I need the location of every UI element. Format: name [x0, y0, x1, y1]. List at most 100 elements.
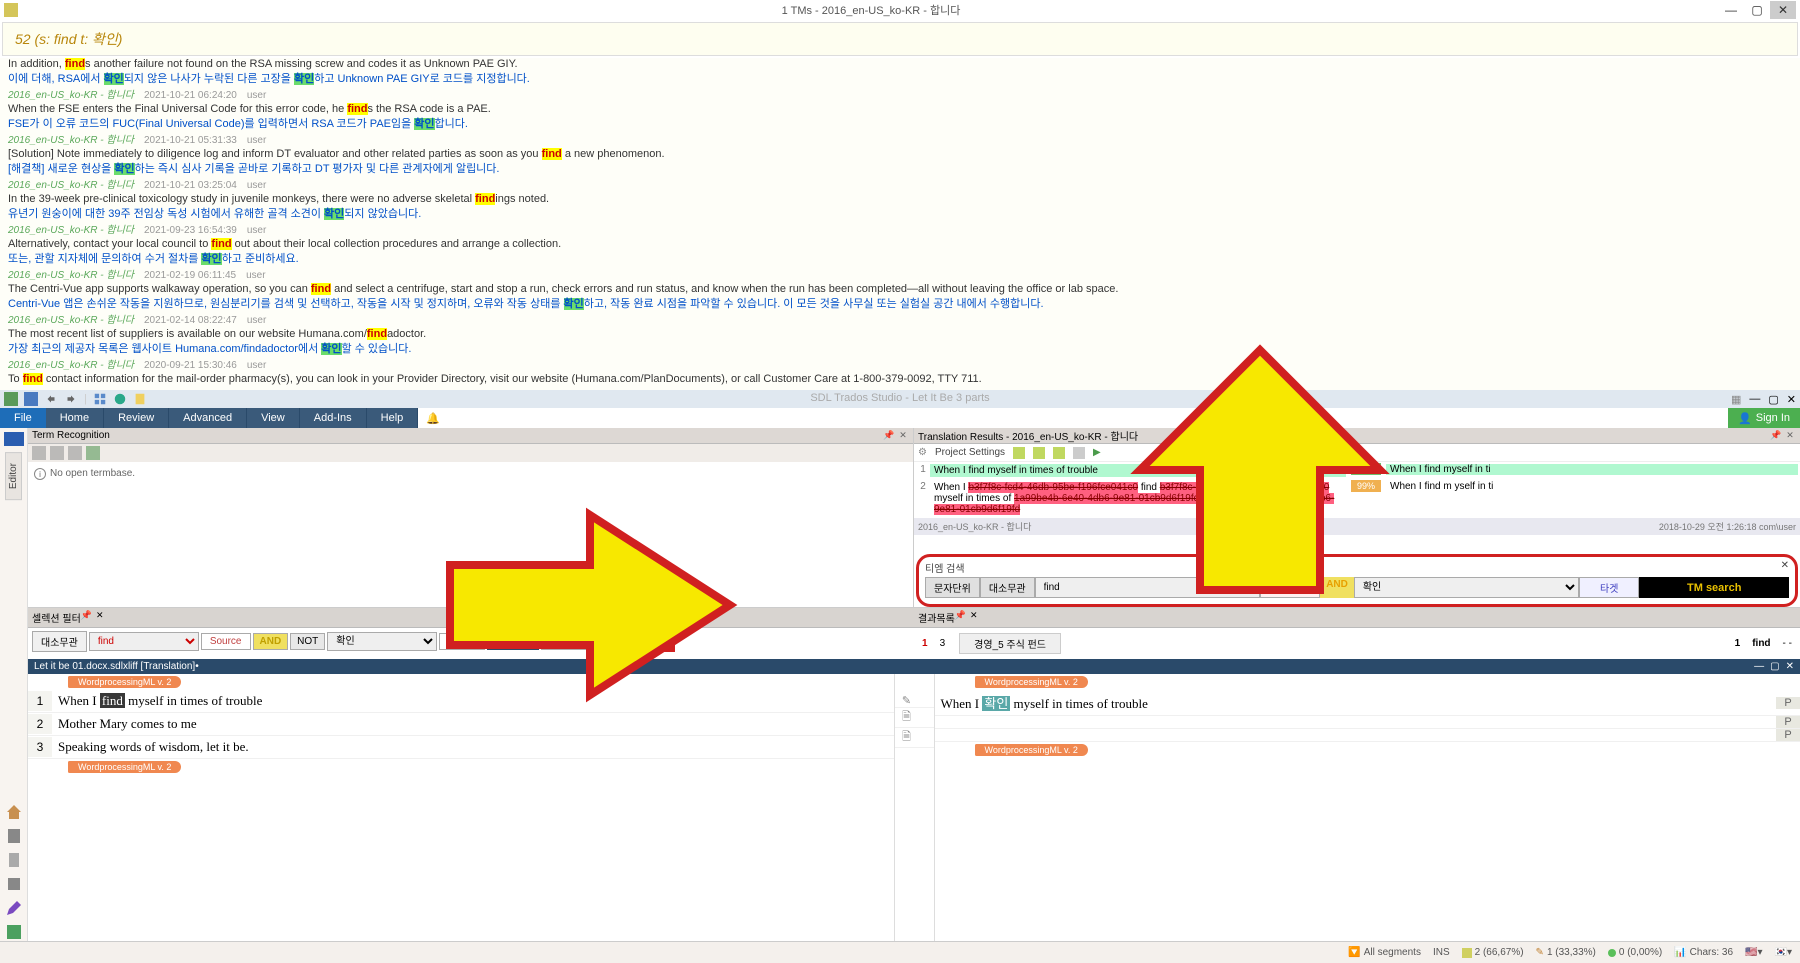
project-settings-link[interactable]: Project Settings [935, 447, 1005, 458]
trans-panel-title: Translation Results - 2016_en-US_ko-KR -… [918, 428, 1138, 443]
close-icon[interactable]: ✕ [1784, 430, 1796, 442]
wp-tag: WordprocessingML v. 2 [975, 676, 1088, 688]
filter-source-input[interactable]: find [89, 632, 199, 651]
tgt-flag[interactable]: 🇰🇷▾ [1775, 947, 1792, 958]
tr-minimize-button[interactable]: — [1749, 393, 1760, 406]
annotation-arrow-up [1130, 340, 1390, 600]
case-button[interactable]: 대소무관 [980, 577, 1035, 598]
segment-source[interactable]: Speaking words of wisdom, let it be. [52, 736, 894, 758]
pin-icon[interactable]: 📌 [955, 610, 966, 625]
minimize-button[interactable]: — [1718, 1, 1744, 19]
tb-icon[interactable] [86, 446, 100, 460]
segment-target[interactable] [935, 732, 1777, 738]
tr-maximize-button[interactable]: ▢ [1768, 393, 1778, 406]
pin-icon[interactable]: 📌 [1770, 430, 1782, 442]
ref-button[interactable]: 경영_5 주식 펀드 [959, 633, 1061, 654]
home-icon[interactable] [5, 803, 23, 821]
clipboard-icon[interactable] [5, 827, 23, 845]
home-tab[interactable]: Home [46, 408, 104, 428]
tb-icon[interactable] [1073, 447, 1085, 459]
case-button[interactable]: 대소무관 [32, 631, 87, 652]
pencil-icon[interactable] [5, 899, 23, 917]
close-icon[interactable]: ✕ [96, 610, 104, 625]
segment-target[interactable] [935, 719, 1777, 725]
close-icon[interactable]: ✕ [1781, 560, 1789, 575]
save-icon[interactable] [24, 392, 38, 406]
tr-tool-icon[interactable]: ▦ [1731, 393, 1741, 406]
marker-icon[interactable] [4, 432, 24, 446]
grid-icon[interactable] [93, 392, 107, 406]
app-icon [4, 3, 18, 17]
advanced-tab[interactable]: Advanced [169, 408, 247, 428]
not-button[interactable]: NOT [290, 633, 325, 650]
circle-icon[interactable] [113, 392, 127, 406]
report-icon[interactable] [5, 875, 23, 893]
view-tab[interactable]: View [247, 408, 300, 428]
src-flag[interactable]: 🇺🇸▾ [1745, 947, 1762, 958]
tr-close-button[interactable]: ✕ [1787, 393, 1796, 406]
tm-titlebar: 1 TMs - 2016_en-US_ko-KR - 합니다 — ▢ ✕ [0, 0, 1800, 20]
pin-icon[interactable]: 📌 [81, 610, 92, 625]
filter-target-input[interactable]: 확인 [327, 632, 437, 651]
ins-status: INS [1433, 947, 1450, 958]
tm-search-button[interactable]: TM search [1639, 577, 1789, 598]
tb-icon[interactable] [1033, 447, 1045, 459]
result-list-title: 결과목록 [918, 610, 955, 625]
tm-results-list: In addition, finds another failure not f… [0, 58, 1800, 398]
tb-icon[interactable] [50, 446, 64, 460]
document-tab[interactable]: Let it be 01.docx.sdlxliff [Translation]… [34, 661, 199, 672]
close-icon[interactable]: ✕ [970, 610, 978, 625]
status-dot [1462, 948, 1472, 958]
left-sidebar: Editor [0, 428, 28, 941]
edit-icon: ✎ [895, 694, 919, 707]
maximize-button[interactable]: ▢ [1744, 1, 1770, 19]
signin-button[interactable]: 👤Sign In [1728, 408, 1800, 428]
target-button[interactable]: 타겟 [1579, 577, 1639, 598]
filter-status[interactable]: 🔽All segments [1348, 947, 1421, 958]
doc-icon: 🗎 [895, 728, 919, 747]
status-dot [1608, 949, 1616, 957]
doc-icon: 🗎 [895, 708, 919, 727]
editor-vtab[interactable]: Editor [5, 452, 22, 500]
ribbon-tabs: File Home Review Advanced View Add-Ins H… [0, 408, 1800, 428]
wp-tag: WordprocessingML v. 2 [68, 761, 181, 773]
source-button[interactable]: Source [201, 633, 251, 650]
app-title: SDL Trados Studio - Let It Be 3 parts [810, 392, 989, 404]
review-tab[interactable]: Review [104, 408, 169, 428]
next-icon[interactable]: ▶ [1093, 447, 1101, 458]
word-unit-button[interactable]: 문자단위 [925, 577, 980, 598]
tm-search-summary: 52 (s: find t: 확인) [2, 22, 1798, 56]
close-button[interactable]: ✕ [1770, 1, 1796, 19]
tb-icon[interactable] [32, 446, 46, 460]
addins-tab[interactable]: Add-Ins [300, 408, 367, 428]
window-title: 1 TMs - 2016_en-US_ko-KR - 합니다 [24, 2, 1718, 18]
undo-icon[interactable] [44, 392, 58, 406]
tab-max-icon[interactable]: ▢ [1770, 661, 1779, 672]
tm-results-window: 1 TMs - 2016_en-US_ko-KR - 합니다 — ▢ ✕ 52 … [0, 0, 1800, 390]
settings-icon[interactable]: ⚙ [918, 447, 927, 458]
sel-filter-title: 셀렉션 필터 [32, 610, 81, 625]
tab-min-icon[interactable]: — [1754, 661, 1764, 672]
tb-icon[interactable] [68, 446, 82, 460]
quick-access-toolbar: | SDL Trados Studio - Let It Be 3 parts … [0, 390, 1800, 408]
segment-target[interactable]: When I 확인 myself in times of trouble [935, 690, 1777, 715]
pin-icon[interactable]: 📌 [883, 430, 895, 442]
document-tab-bar: Let it be 01.docx.sdlxliff [Translation]… [28, 659, 1800, 674]
file-tab[interactable]: File [0, 408, 46, 428]
info-icon: i [34, 468, 46, 480]
close-icon[interactable]: ✕ [897, 430, 909, 442]
tr-target: When I find m yself in ti [1386, 481, 1798, 492]
segment-source[interactable]: Mother Mary comes to me [52, 713, 894, 735]
file-icon[interactable] [5, 851, 23, 869]
tr-target: When I find myself in ti [1386, 464, 1798, 475]
redo-icon[interactable] [64, 392, 78, 406]
tb-icon[interactable] [1053, 447, 1065, 459]
no-termbase-msg: No open termbase. [50, 468, 135, 479]
tab-close-icon[interactable]: ✕ [1786, 661, 1794, 672]
table-icon[interactable] [5, 923, 23, 941]
notification-icon[interactable]: 🔔 [418, 408, 448, 428]
tool-icon[interactable] [4, 392, 18, 406]
tb-icon[interactable] [1013, 447, 1025, 459]
doc-icon[interactable] [133, 392, 147, 406]
help-tab[interactable]: Help [367, 408, 419, 428]
